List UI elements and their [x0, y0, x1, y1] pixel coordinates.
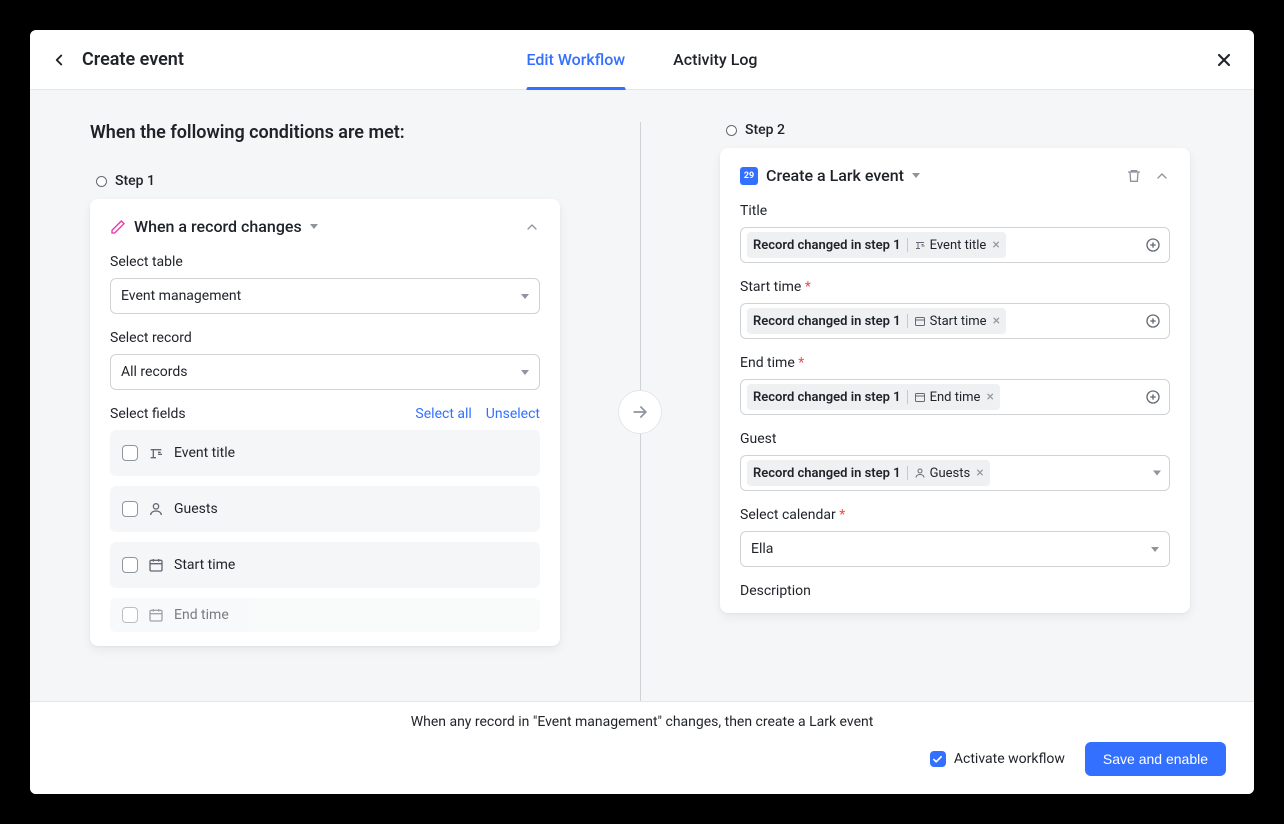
field-checkbox[interactable]: [122, 557, 138, 573]
connector-column: [600, 122, 680, 701]
pencil-icon: [110, 219, 126, 235]
select-all-link[interactable]: Select all: [415, 406, 471, 422]
chevron-down-icon[interactable]: [1153, 471, 1161, 476]
close-icon[interactable]: [1214, 50, 1234, 70]
field-name-text: Start time: [174, 557, 235, 573]
calendar-field-icon: [148, 557, 164, 573]
lark-calendar-icon: 29: [740, 167, 758, 185]
person-field-icon: [148, 501, 164, 517]
start-time-field-label: Start time *: [740, 279, 1170, 295]
field-item-event-title[interactable]: Event title: [110, 430, 540, 476]
tab-activity-log[interactable]: Activity Log: [673, 30, 757, 89]
checked-icon: [930, 751, 946, 767]
collapse-icon[interactable]: [1154, 168, 1170, 184]
title-token-input[interactable]: Record changed in step 1 Event title ×: [740, 227, 1170, 263]
field-checkbox[interactable]: [122, 607, 138, 623]
field-item-end-time[interactable]: End time: [110, 598, 540, 632]
add-token-icon[interactable]: [1145, 389, 1161, 405]
page-title: Create event: [82, 49, 184, 70]
step2-card: 29 Create a Lark event: [720, 148, 1190, 613]
step2-label: Step 2: [720, 122, 1190, 138]
add-token-icon[interactable]: [1145, 237, 1161, 253]
calendar-field-label: Select calendar *: [740, 507, 1170, 523]
chevron-down-icon: [1151, 547, 1159, 552]
select-calendar-value: Ella: [751, 541, 773, 557]
step-bullet-icon: [726, 125, 737, 136]
save-and-enable-button[interactable]: Save and enable: [1085, 742, 1226, 776]
delete-step-icon[interactable]: [1126, 168, 1142, 184]
step1-card: When a record changes Select table Event…: [90, 199, 560, 646]
remove-token-icon[interactable]: ×: [976, 466, 983, 480]
action-type-dropdown-icon[interactable]: [912, 173, 920, 178]
token: Record changed in step 1 Guests ×: [747, 460, 990, 486]
conditions-header: When the following conditions are met:: [90, 122, 560, 143]
guest-token-input[interactable]: Record changed in step 1 Guests ×: [740, 455, 1170, 491]
title-field-label: Title: [740, 203, 1170, 219]
select-fields-label: Select fields: [110, 406, 186, 422]
calendar-field-icon: [148, 607, 164, 623]
editor-canvas: When the following conditions are met: S…: [30, 90, 1254, 701]
step2-label-text: Step 2: [745, 122, 785, 138]
remove-token-icon[interactable]: ×: [986, 390, 993, 404]
select-table-value: Event management: [121, 288, 241, 304]
back-icon[interactable]: [50, 51, 68, 69]
field-name-text: Guests: [174, 501, 218, 517]
workflow-editor-window: Create event Edit Workflow Activity Log …: [30, 30, 1254, 794]
footer-bar: When any record in "Event management" ch…: [30, 701, 1254, 794]
collapse-icon[interactable]: [524, 219, 540, 235]
token-secondary: Start time: [914, 314, 987, 329]
field-item-start-time[interactable]: Start time: [110, 542, 540, 588]
unselect-link[interactable]: Unselect: [486, 406, 540, 422]
token: Record changed in step 1 Event title ×: [747, 232, 1006, 258]
field-name-text: Event title: [174, 445, 235, 461]
field-checkbox[interactable]: [122, 445, 138, 461]
token-primary: Record changed in step 1: [753, 314, 901, 329]
select-record-dropdown[interactable]: All records: [110, 354, 540, 390]
token-secondary: End time: [914, 390, 981, 405]
field-name-text: End time: [174, 607, 229, 623]
token: Record changed in step 1 End time ×: [747, 384, 1000, 410]
select-calendar-dropdown[interactable]: Ella: [740, 531, 1170, 567]
workflow-summary: When any record in "Event management" ch…: [58, 714, 1226, 730]
token-primary: Record changed in step 1: [753, 238, 901, 253]
token-secondary: Guests: [914, 466, 971, 481]
select-table-label: Select table: [110, 254, 540, 270]
field-item-guests[interactable]: Guests: [110, 486, 540, 532]
step1-label: Step 1: [90, 173, 560, 189]
text-field-icon: [148, 445, 164, 461]
select-table-dropdown[interactable]: Event management: [110, 278, 540, 314]
end-time-field-label: End time *: [740, 355, 1170, 371]
step1-card-title: When a record changes: [134, 217, 302, 236]
header-bar: Create event Edit Workflow Activity Log: [30, 30, 1254, 90]
step-bullet-icon: [96, 176, 107, 187]
remove-token-icon[interactable]: ×: [993, 314, 1000, 328]
tab-edit-workflow[interactable]: Edit Workflow: [527, 30, 626, 89]
token-secondary: Event title: [914, 238, 987, 253]
step2-card-title: Create a Lark event: [766, 166, 904, 185]
token: Record changed in step 1 Start time ×: [747, 308, 1006, 334]
step1-label-text: Step 1: [115, 173, 155, 189]
description-field-label: Description: [740, 583, 1170, 599]
arrow-right-icon: [618, 390, 662, 434]
trigger-type-dropdown-icon[interactable]: [310, 224, 318, 229]
remove-token-icon[interactable]: ×: [992, 238, 999, 252]
chevron-down-icon: [521, 294, 529, 299]
add-token-icon[interactable]: [1145, 313, 1161, 329]
end-time-token-input[interactable]: Record changed in step 1 End time ×: [740, 379, 1170, 415]
token-primary: Record changed in step 1: [753, 390, 901, 405]
guest-field-label: Guest: [740, 431, 1170, 447]
token-primary: Record changed in step 1: [753, 466, 901, 481]
activate-workflow-label: Activate workflow: [954, 751, 1065, 767]
select-record-value: All records: [121, 364, 188, 380]
start-time-token-input[interactable]: Record changed in step 1 Start time ×: [740, 303, 1170, 339]
activate-workflow-checkbox[interactable]: Activate workflow: [930, 751, 1065, 767]
chevron-down-icon: [521, 370, 529, 375]
field-checkbox[interactable]: [122, 501, 138, 517]
select-record-label: Select record: [110, 330, 540, 346]
